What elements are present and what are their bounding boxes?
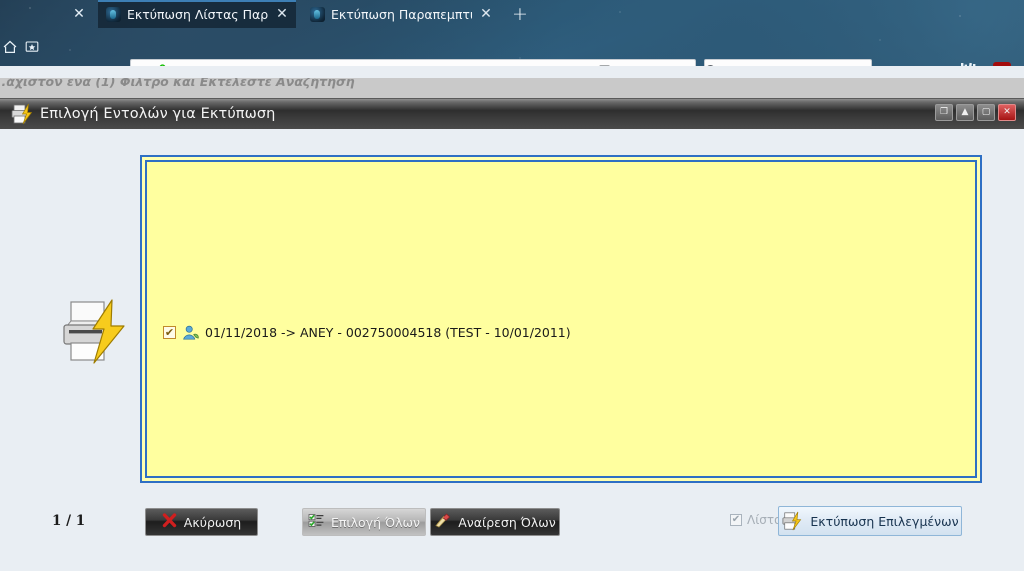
search-bar[interactable] xyxy=(704,59,888,66)
printer-bolt-icon xyxy=(10,103,34,125)
minimize-button[interactable]: ▲ xyxy=(956,104,974,121)
order-list-inner[interactable]: ✔ 01/11/2018 -> ANEY - 002750004518 (TES… xyxy=(145,160,977,478)
masked-page-hint-text: ...άχιστον ένα (1) Φίλτρο και Εκτελέστε … xyxy=(0,78,355,89)
home-icon[interactable] xyxy=(0,35,22,59)
browser-tab-1[interactable]: Εκτύπωση Παραπεμπτικού ✕ xyxy=(302,0,500,28)
bookmark-star-icon[interactable] xyxy=(20,35,44,59)
cancel-button-label: Ακύρωση xyxy=(183,514,242,530)
deselect-all-button[interactable]: Αναίρεση Όλων xyxy=(430,508,560,536)
checklist-icon xyxy=(308,513,324,531)
deselect-all-button-label: Αναίρεση Όλων xyxy=(458,514,556,530)
new-tab-button[interactable]: + xyxy=(508,3,532,25)
browser-tab-0-close-icon[interactable]: ✕ xyxy=(274,6,290,22)
red-x-icon xyxy=(162,513,177,531)
browser-tab-1-close-icon[interactable]: ✕ xyxy=(478,6,494,22)
restore-down-button[interactable]: ❐ xyxy=(935,104,953,121)
print-selected-button[interactable]: Εκτύπωση Επιλεγμένων xyxy=(778,506,962,536)
list-item-label: 01/11/2018 -> ANEY - 002750004518 (TEST … xyxy=(205,325,571,340)
printer-bolt-icon xyxy=(58,299,128,365)
dialog-title: Επιλογή Εντολών για Εκτύπωση xyxy=(40,106,276,122)
list-checkbox-group[interactable]: ✔ Λίστα xyxy=(730,513,782,527)
blue-square-favicon xyxy=(310,6,325,22)
browser-tab-0-label: Εκτύπωση Λίστας Παραπεμπ xyxy=(127,6,268,22)
user-icon xyxy=(182,325,199,340)
close-button[interactable]: ✕ xyxy=(998,104,1016,121)
printer-bolt-icon xyxy=(781,511,803,531)
navigation-toolbar: ⓘ https://labnetweb.gr/Default.aspx ••• … xyxy=(0,28,1024,66)
print-selected-button-label: Εκτύπωση Επιλεγμένων xyxy=(810,513,959,529)
select-all-button[interactable]: Επιλογή Όλων xyxy=(302,508,426,536)
list-checkbox-label: Λίστα xyxy=(747,513,783,527)
url-bar[interactable]: ⓘ https://labnetweb.gr/Default.aspx ••• … xyxy=(130,59,696,66)
maximize-button[interactable]: ▢ xyxy=(977,104,995,121)
browser-tab-1-label: Εκτύπωση Παραπεμπτικού xyxy=(331,6,472,22)
broom-icon xyxy=(434,513,451,531)
browser-chrome: ✕ Εκτύπωση Λίστας Παραπεμπ ✕ Εκτύπωση Πα… xyxy=(0,0,1024,66)
previous-tab-close-icon[interactable]: ✕ xyxy=(70,5,88,23)
list-checkbox[interactable]: ✔ xyxy=(730,514,742,526)
select-all-button-label: Επιλογή Όλων xyxy=(331,514,420,530)
dialog-titlebar: Επιλογή Εντολών για Εκτύπωση ❐ ▲ ▢ ✕ xyxy=(0,99,1024,129)
list-item[interactable]: ✔ 01/11/2018 -> ANEY - 002750004518 (TES… xyxy=(163,325,571,340)
order-list-panel: ✔ 01/11/2018 -> ANEY - 002750004518 (TES… xyxy=(140,155,982,483)
tab-strip: ✕ Εκτύπωση Λίστας Παραπεμπ ✕ Εκτύπωση Πα… xyxy=(0,0,1024,28)
browser-tab-0[interactable]: Εκτύπωση Λίστας Παραπεμπ ✕ xyxy=(98,0,296,28)
page-indicator: 1 / 1 xyxy=(52,513,86,529)
order-checkbox[interactable]: ✔ xyxy=(163,326,176,339)
window-controls: ❐ ▲ ▢ ✕ xyxy=(935,104,1016,121)
masked-page-hint: ...άχιστον ένα (1) Φίλτρο και Εκτελέστε … xyxy=(0,78,1024,98)
cancel-button[interactable]: Ακύρωση xyxy=(145,508,258,536)
print-selection-dialog: Επιλογή Εντολών για Εκτύπωση ❐ ▲ ▢ ✕ ✔ 0… xyxy=(0,98,1024,571)
blue-square-favicon xyxy=(106,6,121,22)
